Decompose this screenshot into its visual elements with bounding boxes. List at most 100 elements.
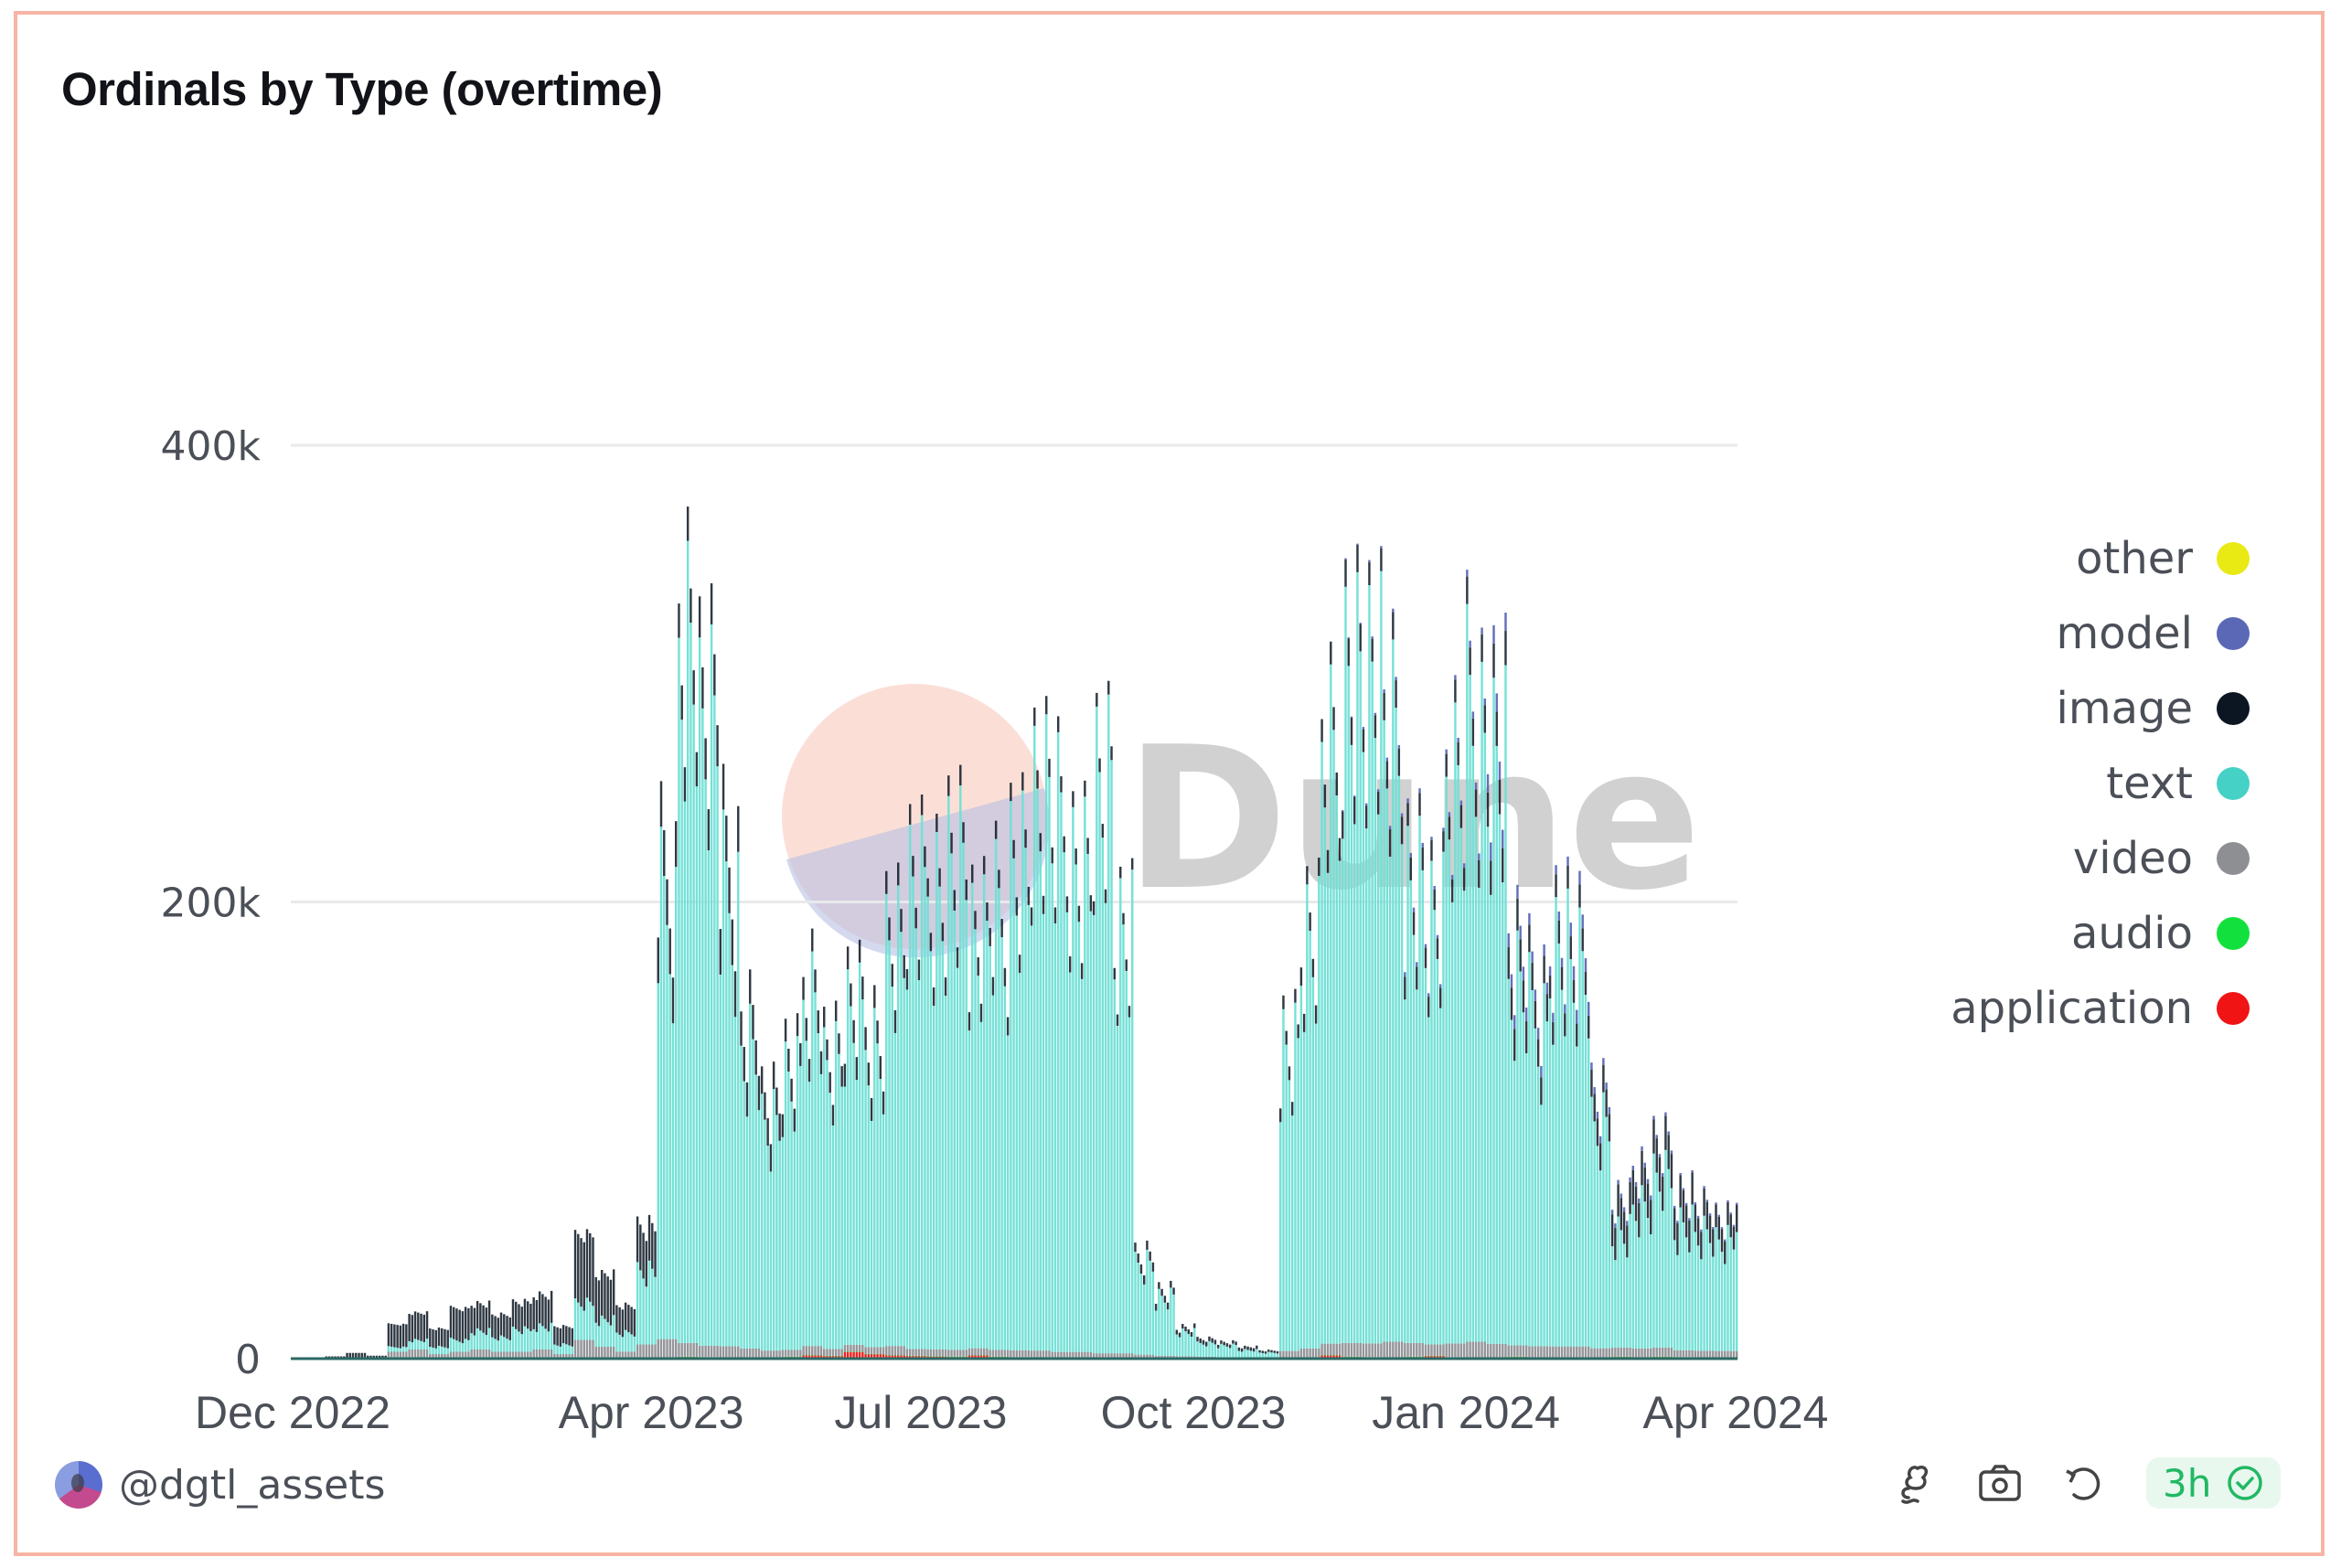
bar-stack[interactable]: [624, 1302, 627, 1360]
bar-stack[interactable]: [1211, 1338, 1213, 1360]
bar-stack[interactable]: [1311, 958, 1315, 1359]
bar-stack[interactable]: [1039, 833, 1042, 1359]
bar-stack[interactable]: [807, 1059, 811, 1359]
bar-stack[interactable]: [683, 767, 687, 1359]
bar-stack[interactable]: [401, 1323, 405, 1359]
bar-stack[interactable]: [1383, 689, 1385, 1359]
bar-stack[interactable]: [1650, 1195, 1652, 1359]
bar-stack[interactable]: [663, 830, 666, 1359]
bar-stack[interactable]: [926, 878, 929, 1359]
bar-stack[interactable]: [1323, 784, 1327, 1359]
bar-stack[interactable]: [743, 1047, 745, 1359]
bar-stack[interactable]: [1679, 1173, 1682, 1359]
bar-stack[interactable]: [1646, 1179, 1650, 1359]
bar-stack[interactable]: [1400, 813, 1404, 1359]
bar-stack[interactable]: [1474, 782, 1478, 1359]
bar-stack[interactable]: [1622, 1207, 1626, 1359]
bar-stack[interactable]: [467, 1307, 470, 1359]
bar-stack[interactable]: [1682, 1188, 1685, 1359]
bar-stack[interactable]: [1418, 788, 1421, 1359]
bar-stack[interactable]: [787, 1049, 790, 1359]
bar-stack[interactable]: [1077, 905, 1081, 1359]
bar-stack[interactable]: [671, 977, 675, 1359]
bar-stack[interactable]: [1619, 1193, 1623, 1359]
bar-stack[interactable]: [1332, 707, 1335, 1359]
bar-stack[interactable]: [1578, 870, 1581, 1359]
bar-stack[interactable]: [461, 1311, 465, 1359]
bar-stack[interactable]: [748, 969, 752, 1359]
bar-stack[interactable]: [903, 955, 905, 1359]
bar-stack[interactable]: [737, 805, 740, 1359]
bar-stack[interactable]: [1249, 1347, 1253, 1360]
bar-stack[interactable]: [828, 1072, 831, 1359]
bar-stack[interactable]: [1353, 795, 1356, 1359]
bar-stack[interactable]: [422, 1314, 426, 1359]
refresh-button[interactable]: [2057, 1456, 2111, 1510]
bar-stack[interactable]: [733, 971, 737, 1359]
bar-stack[interactable]: [556, 1327, 559, 1359]
bar-stack[interactable]: [1534, 989, 1537, 1359]
bar-stack[interactable]: [1412, 907, 1416, 1359]
bar-stack[interactable]: [550, 1290, 553, 1359]
bar-stack[interactable]: [1158, 1282, 1160, 1360]
bar-stack[interactable]: [408, 1314, 411, 1359]
bar-stack[interactable]: [1042, 895, 1045, 1359]
bar-stack[interactable]: [1459, 800, 1463, 1359]
bar-stack[interactable]: [1708, 1213, 1712, 1359]
bar-stack[interactable]: [390, 1323, 393, 1359]
bar-stack[interactable]: [621, 1309, 625, 1360]
bar-stack[interactable]: [573, 1230, 577, 1360]
bar-stack[interactable]: [1163, 1296, 1167, 1360]
bar-stack[interactable]: [1397, 744, 1401, 1359]
bar-stack[interactable]: [1638, 1198, 1641, 1359]
screenshot-button[interactable]: [1972, 1456, 2027, 1510]
bar-stack[interactable]: [1376, 789, 1380, 1359]
bar-stack[interactable]: [1146, 1240, 1149, 1360]
bar-stack[interactable]: [1492, 624, 1495, 1359]
bar-stack[interactable]: [1661, 1173, 1664, 1359]
bar-stack[interactable]: [905, 969, 909, 1359]
bar-stack[interactable]: [1696, 1215, 1700, 1359]
bar-stack[interactable]: [1290, 1102, 1294, 1359]
bar-stack[interactable]: [1406, 798, 1409, 1359]
bar-stack[interactable]: [692, 670, 695, 1359]
bar-stack[interactable]: [784, 1019, 787, 1359]
bar-stack[interactable]: [1199, 1338, 1202, 1360]
bar-stack[interactable]: [1430, 837, 1433, 1359]
bar-stack[interactable]: [1590, 1062, 1593, 1359]
bar-stack[interactable]: [1724, 1239, 1726, 1359]
bar-stack[interactable]: [775, 1087, 778, 1359]
bar-stack[interactable]: [1003, 967, 1007, 1359]
bar-stack[interactable]: [511, 1299, 515, 1359]
bar-stack[interactable]: [989, 927, 991, 1359]
bar-stack[interactable]: [1569, 923, 1572, 1359]
bar-stack[interactable]: [710, 582, 713, 1359]
bar-stack[interactable]: [971, 864, 974, 1359]
bar-stack[interactable]: [861, 976, 864, 1359]
bar-stack[interactable]: [434, 1329, 437, 1359]
author[interactable]: @dgtl_assets: [55, 1461, 385, 1509]
bar-stack[interactable]: [1658, 1154, 1662, 1359]
bar-stack[interactable]: [1504, 613, 1507, 1359]
bar-stack[interactable]: [413, 1311, 417, 1359]
bar-stack[interactable]: [446, 1329, 449, 1359]
bar-stack[interactable]: [399, 1325, 402, 1359]
bar-stack[interactable]: [1244, 1345, 1246, 1360]
bar-stack[interactable]: [425, 1311, 429, 1359]
bar-stack[interactable]: [630, 1307, 633, 1360]
bar-stack[interactable]: [503, 1314, 506, 1359]
bar-stack[interactable]: [1314, 1005, 1318, 1359]
bar-stack[interactable]: [1347, 637, 1350, 1359]
bar-stack[interactable]: [1297, 1024, 1299, 1359]
bar-stack[interactable]: [1540, 1065, 1543, 1359]
bar-stack[interactable]: [1051, 847, 1053, 1359]
bar-stack[interactable]: [659, 781, 663, 1359]
bar-stack[interactable]: [891, 964, 893, 1359]
bar-stack[interactable]: [1318, 857, 1320, 1359]
bar-stack[interactable]: [518, 1304, 520, 1359]
bar-stack[interactable]: [959, 764, 962, 1359]
bar-stack[interactable]: [612, 1269, 615, 1360]
bar-stack[interactable]: [405, 1324, 408, 1359]
bar-stack[interactable]: [1448, 812, 1451, 1359]
bar-stack[interactable]: [1587, 1001, 1590, 1359]
